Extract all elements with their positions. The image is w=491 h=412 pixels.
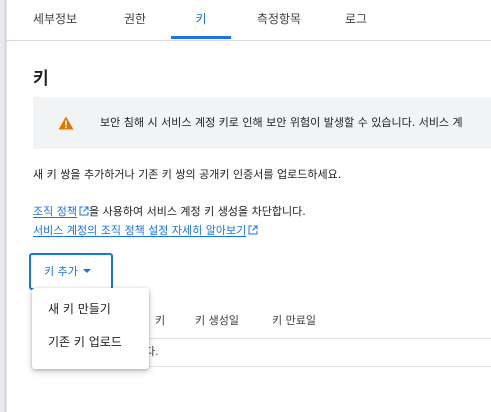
- learn-more-link-label[interactable]: 서비스 계정의 조직 정책 설정 자세히 알아보기: [33, 224, 246, 237]
- add-key-button-label[interactable]: 키 추가: [44, 265, 78, 278]
- chevron-down-icon: [82, 269, 91, 273]
- add-key-button[interactable]: 키 추가: [29, 253, 113, 290]
- left-rail-inner: [0, 0, 4, 412]
- banner-text: 보안 침해 시 서비스 계정 키로 인해 보안 위험이 발생할 수 있습니다. …: [100, 116, 463, 129]
- tab-logs[interactable]: 로그: [341, 0, 371, 38]
- learn-more-link[interactable]: 서비스 계정의 조직 정책 설정 자세히 알아보기: [33, 224, 258, 237]
- column-header-key[interactable]: 키: [155, 304, 165, 338]
- menu-item-create-new-key[interactable]: 새 키 만들기: [32, 293, 149, 326]
- policy-rest-text: 을 사용하여 서비스 계정 키 생성을 차단합니다.: [88, 205, 306, 218]
- external-link-icon: [248, 225, 258, 235]
- warning-icon: [58, 116, 74, 130]
- add-key-menu: 새 키 만들기 기존 키 업로드: [32, 288, 149, 369]
- tab-metrics[interactable]: 측정항목: [249, 0, 309, 38]
- policy-line: 조직 정책 을 사용하여 서비스 계정 키 생성을 차단합니다.: [33, 203, 306, 219]
- tab-details[interactable]: 세부정보: [28, 0, 82, 38]
- description-text: 새 키 쌍을 추가하거나 기존 키 쌍의 공개키 인증서를 업로드하세요.: [33, 168, 342, 181]
- column-header-created[interactable]: 키 생성일: [195, 304, 239, 338]
- org-policy-link-label[interactable]: 조직 정책: [33, 205, 77, 218]
- page-title: 키: [33, 69, 49, 89]
- tab-bar: 세부정보 권한 키 측정항목 로그: [7, 0, 491, 41]
- tab-keys[interactable]: 키: [171, 0, 231, 39]
- external-link-icon: [79, 206, 89, 216]
- warning-banner: 보안 침해 시 서비스 계정 키로 인해 보안 위험이 발생할 수 있습니다. …: [33, 97, 491, 149]
- column-header-expires[interactable]: 키 만료일: [272, 304, 316, 338]
- tab-permissions[interactable]: 권한: [120, 0, 150, 38]
- left-rail: [0, 0, 7, 412]
- org-policy-link[interactable]: 조직 정책: [33, 205, 89, 218]
- learn-more-line: 서비스 계정의 조직 정책 설정 자세히 알아보기: [33, 222, 258, 238]
- menu-item-upload-existing-key[interactable]: 기존 키 업로드: [32, 326, 149, 359]
